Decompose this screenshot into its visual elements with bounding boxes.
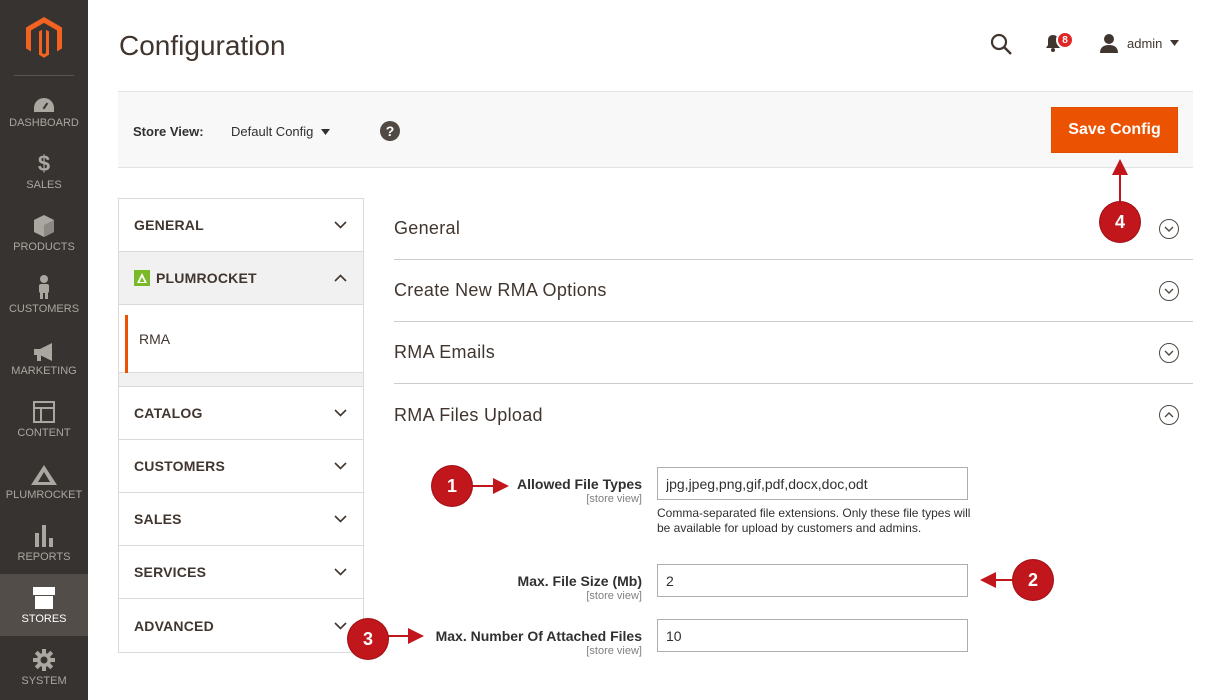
callout-badge-2: 2 [1013, 560, 1053, 600]
callout-badge-3: 3 [348, 619, 388, 659]
callout-badge-4: 4 [1100, 202, 1140, 242]
callout-badge-1: 1 [432, 466, 472, 506]
